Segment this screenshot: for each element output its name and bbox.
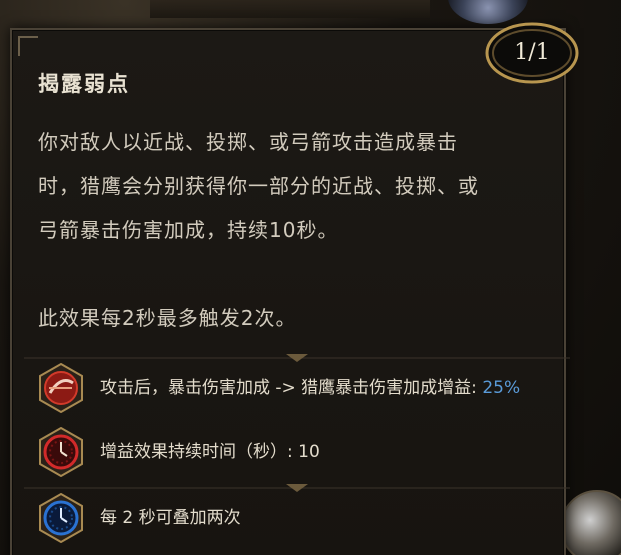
skill-title: 揭露弱点 <box>38 72 130 96</box>
description-line: 弓箭暴击伤害加成，持续10秒。 <box>38 218 339 242</box>
description-line: 你对敌人以近战、投掷、或弓箭攻击造成暴击 <box>38 130 458 154</box>
panel-corner-ornament <box>18 36 38 56</box>
effect-row-crit-buff: 攻击后，暴击伤害加成 -> 猎鹰暴击伤害加成增益: 25% <box>24 360 570 416</box>
effect-label: 每 2 秒可叠加两次 <box>100 508 241 528</box>
skill-description: 你对敌人以近战、投掷、或弓箭攻击造成暴击 时，猎鹰会分别获得你一部分的近战、投掷… <box>38 120 558 340</box>
effect-value: 25% <box>482 378 521 398</box>
rank-count: 1/1 <box>514 40 550 65</box>
effect-text: 攻击后，暴击伤害加成 -> 猎鹰暴击伤害加成增益: 25% <box>100 360 520 416</box>
blue-clock-icon <box>39 493 83 543</box>
effect-label: 增益效果持续时间（秒）: 10 <box>100 442 320 462</box>
rank-badge: 1/1 <box>484 22 580 84</box>
effect-row-stack: 每 2 秒可叠加两次 <box>24 490 570 546</box>
background-art <box>150 0 430 18</box>
description-trigger-limit: 此效果每2秒最多触发2次。 <box>38 306 297 330</box>
critical-slash-icon <box>39 363 83 413</box>
skill-tooltip-panel: 揭露弱点 你对敌人以近战、投掷、或弓箭攻击造成暴击 时，猎鹰会分别获得你一部分的… <box>10 28 570 555</box>
effect-row-duration: 增益效果持续时间（秒）: 10 <box>24 424 570 480</box>
background-orb <box>448 0 528 24</box>
description-line: 时，猎鹰会分别获得你一部分的近战、投掷、或 <box>38 174 479 198</box>
red-clock-icon <box>39 427 83 477</box>
game-scene: 揭露弱点 你对敌人以近战、投掷、或弓箭攻击造成暴击 时，猎鹰会分别获得你一部分的… <box>0 0 621 555</box>
effect-label: 攻击后，暴击伤害加成 -> 猎鹰暴击伤害加成增益: <box>100 378 483 398</box>
